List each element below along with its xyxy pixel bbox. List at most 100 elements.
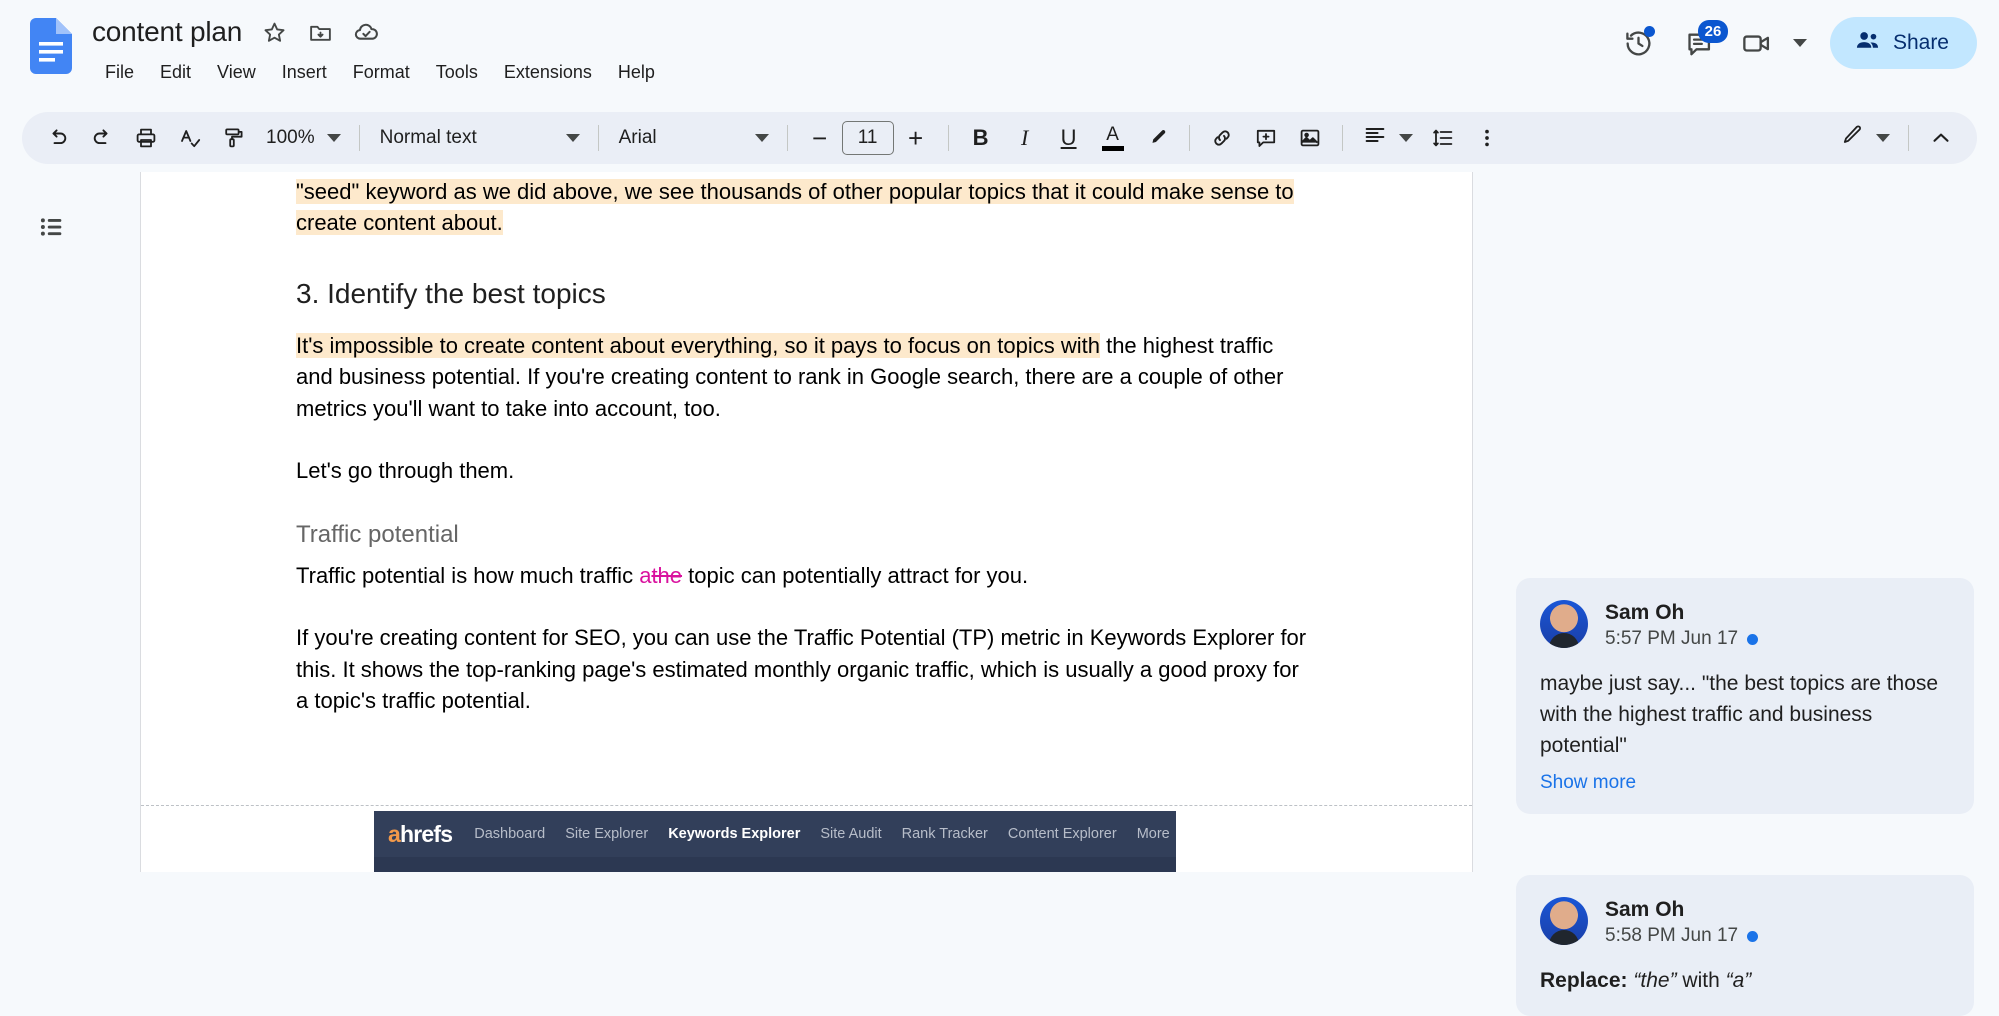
ahrefs-logo-rest: hrefs bbox=[400, 821, 452, 847]
suggestion-deletion[interactable]: the bbox=[651, 563, 682, 588]
ahrefs-filters-bar bbox=[374, 857, 1176, 872]
show-more-link[interactable]: Show more bbox=[1540, 772, 1950, 794]
chevron-down-icon bbox=[327, 134, 341, 142]
avatar[interactable] bbox=[1540, 600, 1588, 648]
bold-button[interactable]: B bbox=[962, 119, 1000, 157]
comment-card[interactable]: Sam Oh 5:58 PM Jun 17 Replace: “the” wit… bbox=[1516, 875, 1974, 1016]
comment-timestamp: 5:58 PM Jun 17 bbox=[1605, 923, 1758, 949]
comment-body-quote-1: “the” bbox=[1633, 969, 1676, 992]
spellcheck-icon[interactable] bbox=[171, 119, 209, 157]
subheading-traffic-potential: Traffic potential bbox=[296, 518, 1316, 552]
add-comment-icon[interactable] bbox=[1247, 119, 1285, 157]
menu-extensions[interactable]: Extensions bbox=[491, 59, 605, 86]
paragraph-traffic-potential-def: Traffic potential is how much traffic at… bbox=[296, 560, 1316, 592]
collapse-toolbar-chevron-up-icon[interactable] bbox=[1922, 119, 1960, 157]
comment-time-text: 5:58 PM Jun 17 bbox=[1605, 923, 1738, 949]
undo-icon[interactable] bbox=[39, 119, 77, 157]
document-page[interactable]: For example, many of the top posts on He… bbox=[140, 172, 1473, 872]
ahrefs-logo-a: a bbox=[388, 821, 400, 847]
menu-tools[interactable]: Tools bbox=[423, 59, 491, 86]
menu-help[interactable]: Help bbox=[605, 59, 668, 86]
comment-body-mid: with bbox=[1677, 969, 1726, 992]
meet-chevron-down-icon[interactable] bbox=[1784, 14, 1814, 72]
toolbar-divider bbox=[359, 125, 360, 151]
paragraph-seo-tp-metric: If you're creating content for SEO, you … bbox=[296, 622, 1316, 717]
link-icon[interactable] bbox=[1203, 119, 1241, 157]
comment-author: Sam Oh bbox=[1605, 600, 1758, 626]
ahrefs-nav-site-explorer[interactable]: Site Explorer bbox=[565, 826, 648, 842]
comment-header: Sam Oh 5:58 PM Jun 17 bbox=[1540, 897, 1950, 949]
highlighter-icon[interactable] bbox=[1138, 119, 1176, 157]
chevron-down-icon bbox=[566, 134, 580, 142]
unread-dot-icon bbox=[1747, 634, 1758, 645]
paragraph-style-dropdown[interactable]: Normal text bbox=[370, 119, 588, 157]
menu-edit[interactable]: Edit bbox=[147, 59, 204, 86]
star-icon[interactable] bbox=[260, 18, 288, 46]
zoom-dropdown[interactable]: 100% bbox=[256, 119, 349, 157]
paragraph-spacer bbox=[296, 487, 1316, 518]
document-title-row: content plan bbox=[92, 10, 380, 54]
paragraph-spacer bbox=[296, 591, 1316, 622]
google-docs-icon[interactable] bbox=[30, 18, 72, 74]
paragraph-impossible: It's impossible to create content about … bbox=[296, 330, 1316, 425]
cloud-saved-icon[interactable] bbox=[352, 18, 380, 46]
embedded-ahrefs-screenshot[interactable]: ahrefs Dashboard Site Explorer Keywords … bbox=[374, 811, 1176, 872]
paragraph-tp-post: topic can potentially attract for you. bbox=[682, 563, 1028, 588]
ahrefs-nav-site-audit[interactable]: Site Audit bbox=[820, 826, 881, 842]
document-outline-icon[interactable] bbox=[27, 202, 77, 252]
ahrefs-nav-dashboard[interactable]: Dashboard bbox=[474, 826, 545, 842]
paragraph-spacer bbox=[296, 424, 1316, 455]
font-size-input[interactable]: 11 bbox=[842, 121, 894, 155]
paragraph-spacer bbox=[296, 552, 1316, 560]
align-dropdown[interactable] bbox=[1353, 119, 1421, 157]
chevron-down-icon bbox=[755, 134, 769, 142]
decrease-font-size-button[interactable]: − bbox=[801, 119, 839, 157]
comment-meta: Sam Oh 5:57 PM Jun 17 bbox=[1605, 600, 1758, 652]
ahrefs-nav-rank-tracker[interactable]: Rank Tracker bbox=[902, 826, 988, 842]
comment-body-quote-2: “a” bbox=[1726, 969, 1752, 992]
comment-card[interactable]: Sam Oh 5:57 PM Jun 17 maybe just say... … bbox=[1516, 578, 1974, 814]
toolbar-divider bbox=[787, 125, 788, 151]
underline-button[interactable]: U bbox=[1050, 119, 1088, 157]
avatar[interactable] bbox=[1540, 897, 1588, 945]
line-spacing-icon[interactable] bbox=[1424, 119, 1462, 157]
font-family-dropdown[interactable]: Arial bbox=[609, 119, 777, 157]
comments-icon[interactable]: 26 bbox=[1672, 14, 1730, 72]
move-to-folder-icon[interactable] bbox=[306, 18, 334, 46]
paint-format-icon[interactable] bbox=[215, 119, 253, 157]
menu-format[interactable]: Format bbox=[340, 59, 423, 86]
paragraph-style-value: Normal text bbox=[380, 127, 477, 149]
suggestion-insertion[interactable]: a bbox=[639, 563, 651, 588]
header-actions: 26 Share bbox=[1610, 10, 1977, 76]
version-history-icon[interactable] bbox=[1610, 14, 1668, 72]
text-color-button[interactable]: A bbox=[1094, 119, 1132, 157]
chevron-down-icon bbox=[1399, 134, 1413, 142]
app-header: content plan File Edit View Insert Forma… bbox=[0, 0, 1999, 104]
ahrefs-nav-keywords-explorer[interactable]: Keywords Explorer bbox=[668, 826, 800, 842]
paragraph-tp-pre: Traffic potential is how much traffic bbox=[296, 563, 639, 588]
people-icon bbox=[1854, 27, 1881, 60]
comments-count-badge: 26 bbox=[1698, 20, 1728, 43]
menu-insert[interactable]: Insert bbox=[269, 59, 340, 86]
text-color-letter: A bbox=[1106, 125, 1119, 144]
increase-font-size-button[interactable]: + bbox=[897, 119, 935, 157]
formatting-toolbar: 100% Normal text Arial − 11 + B I U A bbox=[22, 112, 1977, 164]
document-body[interactable]: For example, many of the top posts on He… bbox=[296, 172, 1316, 717]
more-vertical-icon[interactable] bbox=[1468, 119, 1506, 157]
share-button[interactable]: Share bbox=[1830, 17, 1977, 69]
paragraph-example: For example, many of the top posts on He… bbox=[296, 172, 1316, 239]
toolbar-divider bbox=[1342, 125, 1343, 151]
ahrefs-logo: ahrefs bbox=[388, 821, 452, 848]
editing-mode-dropdown[interactable] bbox=[1830, 119, 1898, 157]
menu-file[interactable]: File bbox=[92, 59, 147, 86]
insert-image-icon[interactable] bbox=[1291, 119, 1329, 157]
italic-button[interactable]: I bbox=[1006, 119, 1044, 157]
menu-view[interactable]: View bbox=[204, 59, 269, 86]
page-title[interactable]: content plan bbox=[92, 16, 242, 48]
video-camera-icon[interactable] bbox=[1734, 14, 1780, 72]
redo-icon[interactable] bbox=[83, 119, 121, 157]
ahrefs-nav-more[interactable]: More bbox=[1137, 826, 1170, 842]
print-icon[interactable] bbox=[127, 119, 165, 157]
ahrefs-nav-content-explorer[interactable]: Content Explorer bbox=[1008, 826, 1117, 842]
paragraph-lets-go: Let's go through them. bbox=[296, 455, 1316, 487]
